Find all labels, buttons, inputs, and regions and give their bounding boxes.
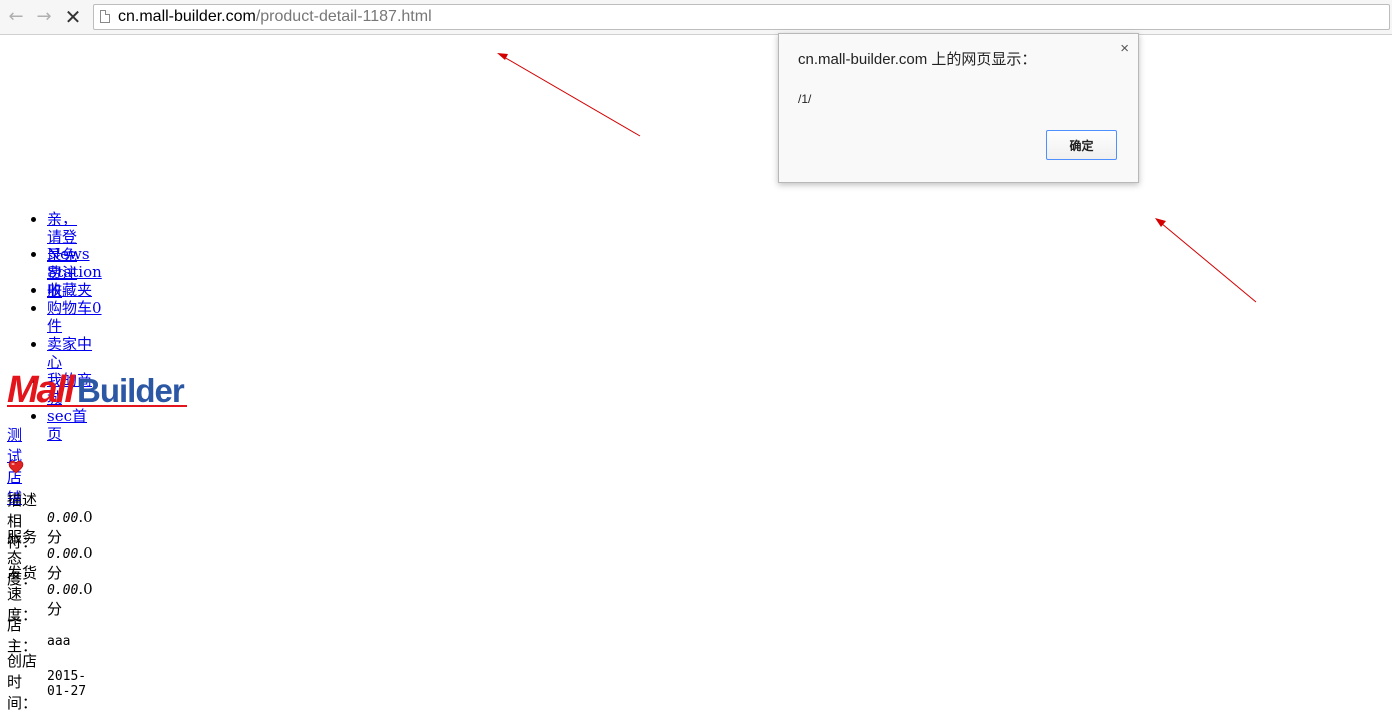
dialog-title: cn.mall-builder.com 上的网页显示： <box>798 51 1037 68</box>
list-item: 购物车0件 <box>47 299 102 335</box>
stop-loading-icon[interactable]: ✕ <box>63 7 83 27</box>
dialog-message: /1/ <box>798 92 812 106</box>
annotation-arrows <box>497 53 1257 303</box>
rating-value-description: 0.00.0分 <box>47 508 93 546</box>
browser-toolbar: ← → ✕ cn.mall-builder.com/product-detail… <box>0 0 1392 35</box>
mallbuilder-logo[interactable]: Mall Builder <box>7 368 189 408</box>
logo-text-mall: Mall <box>7 369 76 408</box>
nav-link-favorites[interactable]: 收藏夹 <box>47 281 92 299</box>
list-item: News Station <box>47 245 102 281</box>
nav-link-sec-home[interactable]: sec首页 <box>47 407 87 443</box>
arrow-to-url <box>503 56 641 137</box>
alert-dialog: cn.mall-builder.com 上的网页显示： × /1/ 确定 <box>778 33 1139 183</box>
arrow-to-dialog <box>1160 222 1257 303</box>
list-item: 卖家中心 <box>47 335 102 371</box>
arrow-head-icon <box>497 53 508 60</box>
nav-link-seller-center[interactable]: 卖家中心 <box>47 335 92 371</box>
ok-button[interactable]: 确定 <box>1046 130 1117 160</box>
nav-link-news-station[interactable]: News Station <box>47 245 102 281</box>
rating-value-service: 0.00.0分 <box>47 544 93 582</box>
url-text[interactable]: cn.mall-builder.com/product-detail-1187.… <box>118 8 432 26</box>
logo-text-builder: Builder <box>77 372 185 408</box>
rating-value-shipping: 0.00.0分 <box>47 580 93 618</box>
list-item: 收藏夹 <box>47 281 102 299</box>
created-value: 2015-01-27 <box>47 669 87 699</box>
forward-arrow-icon[interactable]: → <box>34 7 54 27</box>
top-nav-list: News Station 收藏夹 购物车0件 卖家中心 我的商城 sec首页 <box>0 245 102 443</box>
nav-link-cart[interactable]: 购物车0件 <box>47 299 102 335</box>
close-icon[interactable]: × <box>1120 40 1129 57</box>
arrow-head-icon <box>1155 218 1166 227</box>
list-item: sec首页 <box>47 407 102 443</box>
address-bar[interactable]: cn.mall-builder.com/product-detail-1187.… <box>93 4 1390 30</box>
back-arrow-icon[interactable]: ← <box>6 7 26 27</box>
heart-icon <box>8 460 24 474</box>
created-label: 创店时间： <box>7 652 38 712</box>
page-icon <box>100 10 110 23</box>
owner-value: aaa <box>47 634 71 649</box>
